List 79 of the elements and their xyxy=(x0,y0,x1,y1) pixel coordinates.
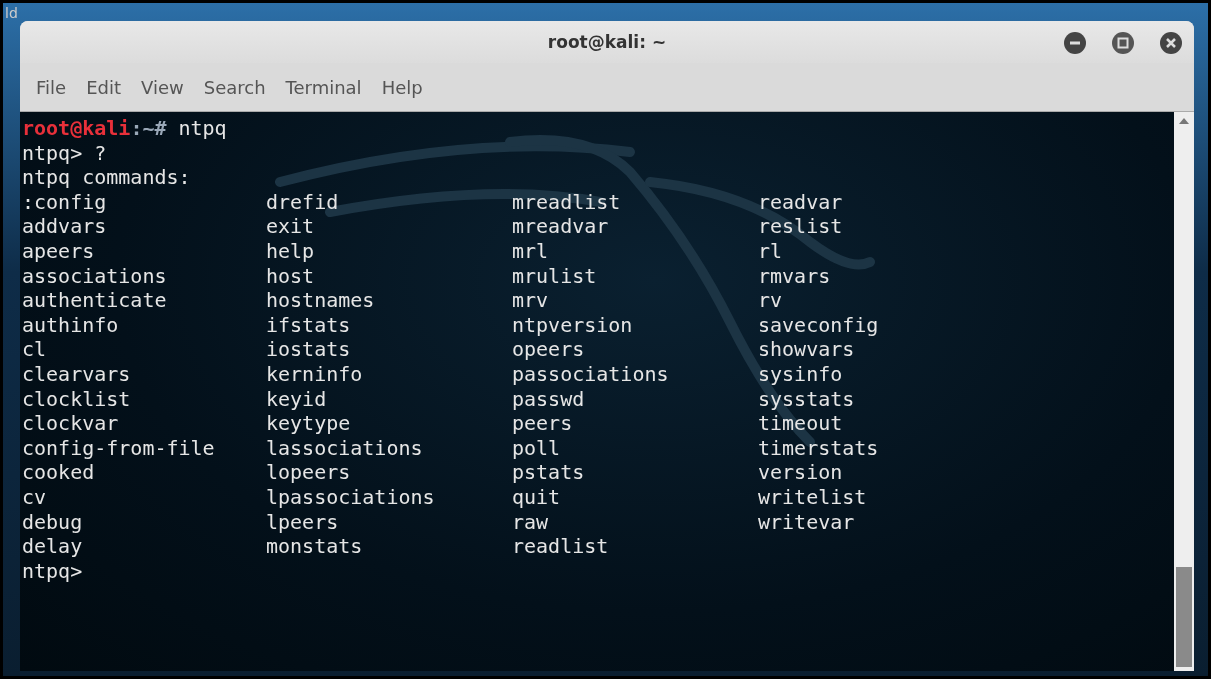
prompt-user: root@kali xyxy=(22,116,131,141)
output-line: ntpq commands: xyxy=(22,165,191,190)
scroll-up-icon[interactable] xyxy=(1179,118,1189,124)
command-name: mrl xyxy=(512,238,550,264)
command-name: help xyxy=(266,238,316,264)
command-name: keytype xyxy=(266,411,352,436)
command-name: delay xyxy=(22,534,84,559)
command-name: rv xyxy=(758,288,784,313)
command-name: associations xyxy=(22,263,168,289)
command-name: timeout xyxy=(758,411,844,436)
command-name: saveconfig xyxy=(758,312,880,338)
command-name: apeers xyxy=(22,238,96,264)
menu-item[interactable]: Search xyxy=(195,74,274,100)
command-text: ntpq xyxy=(178,116,227,141)
menu-item[interactable]: Help xyxy=(373,74,431,100)
command-name: hostnames xyxy=(266,288,376,313)
prompt-path: :~# xyxy=(130,116,167,141)
command-name: ifstats xyxy=(266,312,352,338)
window-title: root@kali: ~ xyxy=(547,32,667,52)
command-name: passwd xyxy=(512,386,586,412)
minimize-icon[interactable] xyxy=(1064,32,1086,54)
command-name: writevar xyxy=(758,509,856,535)
command-name: quit xyxy=(512,484,562,510)
command-name: rl xyxy=(758,238,784,264)
command-name: config-from-file xyxy=(22,435,216,461)
command-name: mreadlist xyxy=(512,189,622,215)
command-name: cv xyxy=(22,484,48,510)
command-name: host xyxy=(266,263,316,289)
command-name: keyid xyxy=(266,386,328,412)
command-name: cl xyxy=(22,337,48,362)
command-name: version xyxy=(758,460,844,485)
command-name: ntpversion xyxy=(512,312,634,338)
command-name: peers xyxy=(512,411,574,436)
command-name: monstats xyxy=(266,534,364,559)
command-name: raw xyxy=(512,509,550,535)
command-name: timerstats xyxy=(758,435,880,461)
command-name: readvar xyxy=(758,189,844,215)
scrollbar[interactable] xyxy=(1174,112,1194,671)
command-name: reslist xyxy=(758,214,844,239)
command-name: pstats xyxy=(512,460,586,485)
command-name: authenticate xyxy=(22,288,168,313)
command-name: addvars xyxy=(22,214,108,239)
scrollbar-thumb[interactable] xyxy=(1176,567,1192,667)
menu-item[interactable]: Edit xyxy=(78,74,129,100)
menu-item[interactable]: Terminal xyxy=(277,74,370,100)
maximize-icon[interactable] xyxy=(1112,32,1134,54)
command-name: sysinfo xyxy=(758,361,844,387)
command-name: rmvars xyxy=(758,263,832,289)
command-name: clearvars xyxy=(22,361,132,387)
prompt-text: ntpq> xyxy=(22,558,83,584)
command-name: kerninfo xyxy=(266,361,364,387)
command-name: lpassociations xyxy=(266,484,436,510)
command-name: readlist xyxy=(512,534,610,559)
command-name: :config xyxy=(22,189,108,215)
command-name: exit xyxy=(266,214,316,239)
command-name: mrulist xyxy=(512,263,598,289)
command-name: writelist xyxy=(758,484,868,510)
command-name: lpeers xyxy=(266,509,340,535)
menu-item[interactable]: View xyxy=(133,74,192,100)
menu-item[interactable]: File xyxy=(28,74,75,100)
command-name: iostats xyxy=(266,337,352,362)
command-name: mreadvar xyxy=(512,214,610,239)
command-name: clockvar xyxy=(22,411,120,436)
command-name: authinfo xyxy=(22,312,120,338)
command-name: passociations xyxy=(512,361,670,387)
command-name: cooked xyxy=(22,460,96,485)
command-name: clocklist xyxy=(22,386,132,412)
command-name: mrv xyxy=(512,288,550,313)
output-line: ntpq> ? xyxy=(22,140,107,166)
command-name: sysstats xyxy=(758,386,856,412)
command-name: drefid xyxy=(266,189,340,215)
command-name: showvars xyxy=(758,337,856,362)
close-icon[interactable] xyxy=(1160,32,1182,54)
command-name: opeers xyxy=(512,337,586,362)
desktop-icon-label: ld xyxy=(5,5,18,21)
command-name: lopeers xyxy=(266,460,352,485)
command-name: lassociations xyxy=(266,435,424,461)
command-name: debug xyxy=(22,509,84,535)
command-name: poll xyxy=(512,435,562,461)
